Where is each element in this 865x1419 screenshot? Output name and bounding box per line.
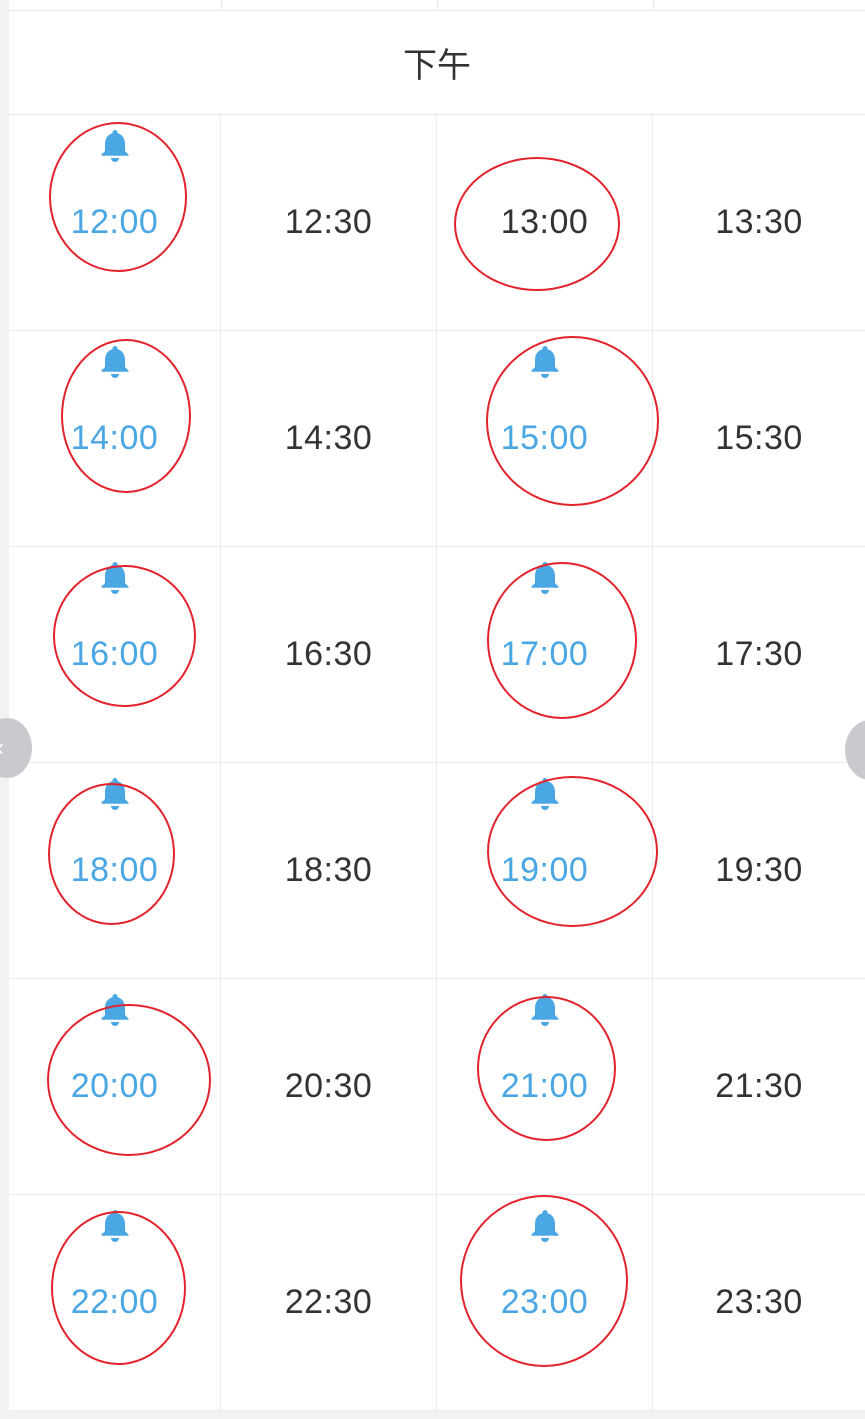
annotation-circle [487,776,658,927]
time-slot-2300[interactable]: 23:00 [437,1195,653,1411]
time-slot-1700[interactable]: 17:00 [437,547,653,763]
annotation-circle [460,1195,628,1367]
time-slot-1800[interactable]: 18:00 [9,763,221,979]
time-slot-1500[interactable]: 15:00 [437,331,659,547]
annotation-circle [47,1004,211,1156]
time-label: 13:30 [715,203,803,241]
time-label: 17:30 [715,635,803,673]
annotation-circle [61,339,191,493]
chevron-left-icon: ‹ [0,734,4,762]
annotation-circle [48,783,175,925]
annotation-circle [51,1211,186,1365]
time-slot-2000[interactable]: 20:00 [9,979,221,1195]
time-slot-2100[interactable]: 21:00 [437,979,653,1195]
time-slot-1530[interactable]: 15:30 [653,331,865,547]
left-margin [0,0,9,1419]
bottom-margin [9,1411,865,1419]
time-label: 23:30 [715,1283,803,1321]
annotation-circle [477,996,616,1141]
time-slot-1600[interactable]: 16:00 [9,547,221,763]
time-slot-1430[interactable]: 14:30 [221,331,437,547]
time-slot-1900[interactable]: 19:00 [437,763,658,979]
time-label: 15:30 [715,419,803,457]
time-slot-1730[interactable]: 17:30 [653,547,865,763]
annotation-circle [487,562,637,719]
time-slot-2230[interactable]: 22:30 [221,1195,437,1411]
time-slot-2030[interactable]: 20:30 [221,979,437,1195]
time-label: 21:30 [715,1067,803,1105]
time-label: 14:30 [284,419,373,457]
time-slot-1300[interactable]: 13:00 [437,115,653,331]
section-title: 下午 [9,11,865,115]
time-slot-2330[interactable]: 23:30 [653,1195,865,1411]
time-label: 20:30 [284,1067,373,1105]
time-slot-1930[interactable]: 19:30 [653,763,865,979]
time-slot-1230[interactable]: 12:30 [221,115,437,331]
time-label: 18:30 [284,851,373,889]
time-label: 12:30 [284,203,373,241]
time-label: 22:30 [284,1283,373,1321]
time-label: 19:30 [715,851,803,889]
time-slot-1630[interactable]: 16:30 [221,547,437,763]
annotation-circle [486,336,659,506]
time-slot-1330[interactable]: 13:30 [653,115,865,331]
annotation-circle [53,565,196,707]
time-slot-1830[interactable]: 18:30 [221,763,437,979]
annotation-circle [49,122,187,272]
previous-section-edge [9,0,865,11]
time-slot-2200[interactable]: 22:00 [9,1195,221,1411]
time-slot-grid: 12:00 12:30 13:00 13:30 14:00 14:30 15:00 15:30… [9,115,865,1411]
time-picker-page: 下午 12:00 12:30 13:00 13:30 14:00 14:30 15:00 15… [0,0,865,1419]
time-slot-2130[interactable]: 21:30 [653,979,865,1195]
time-slot-1400[interactable]: 14:00 [9,331,221,547]
time-slot-1200[interactable]: 12:00 [9,115,221,331]
time-label: 16:30 [284,635,373,673]
annotation-circle [454,157,620,291]
